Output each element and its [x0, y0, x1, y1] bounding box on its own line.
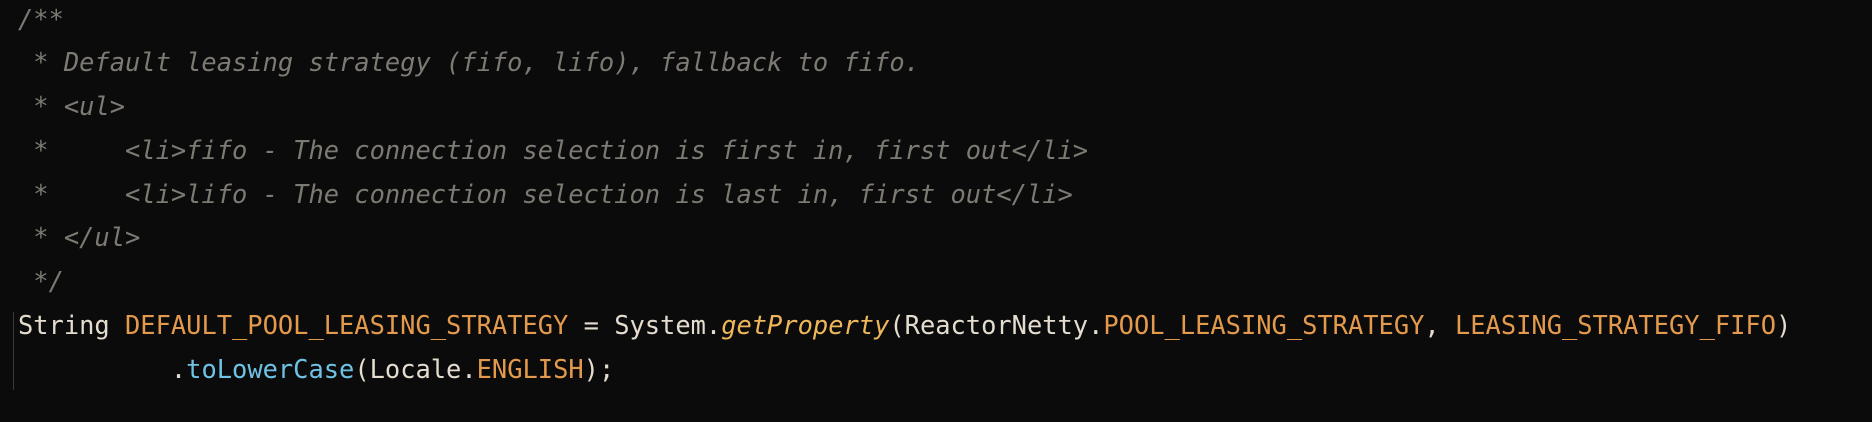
indent-token: [18, 354, 171, 384]
code-line-8: String DEFAULT_POOL_LEASING_STRATEGY = S…: [18, 303, 1791, 347]
constant-token-1: POOL_LEASING_STRATEGY: [1103, 310, 1425, 340]
paren-close-token: ): [1776, 310, 1792, 340]
code-line-6: * </ul>: [18, 222, 141, 252]
dot-token-2: .: [1088, 310, 1104, 340]
class-token-2: ReactorNetty: [904, 310, 1089, 340]
class-token: System: [614, 310, 706, 340]
code-line-2: * Default leasing strategy (fifo, lifo),…: [18, 47, 920, 77]
code-editor[interactable]: /** * Default leasing strategy (fifo, li…: [0, 0, 1872, 422]
dot-token-3: .: [170, 354, 187, 384]
paren-open-token-2: (: [354, 354, 370, 384]
code-line-9: .toLowerCase(Locale.ENGLISH);: [18, 347, 614, 391]
assign-token: =: [568, 310, 615, 340]
comma-token: ,: [1424, 310, 1455, 340]
field-name-token: DEFAULT_POOL_LEASING_STRATEGY: [125, 310, 569, 340]
class-token-3: Locale: [369, 354, 462, 384]
constant-token-2: LEASING_STRATEGY_FIFO: [1454, 310, 1776, 340]
indent-guide: [13, 312, 14, 390]
method-token: getProperty: [721, 310, 890, 340]
paren-open-token: (: [889, 310, 905, 340]
constant-token-3: ENGLISH: [476, 354, 584, 384]
code-line-7: */: [18, 266, 64, 296]
dot-token: .: [705, 310, 722, 340]
code-line-4: * <li>fifo - The connection selection is…: [18, 135, 1089, 165]
type-token: String: [18, 310, 110, 340]
paren-close-token-2: );: [583, 354, 615, 384]
method-token-2: toLowerCase: [186, 354, 355, 384]
code-line-5: * <li>lifo - The connection selection is…: [18, 179, 1073, 209]
dot-token-4: .: [461, 354, 477, 384]
code-line-1: /**: [18, 4, 64, 34]
code-line-3: * <ul>: [18, 91, 126, 121]
